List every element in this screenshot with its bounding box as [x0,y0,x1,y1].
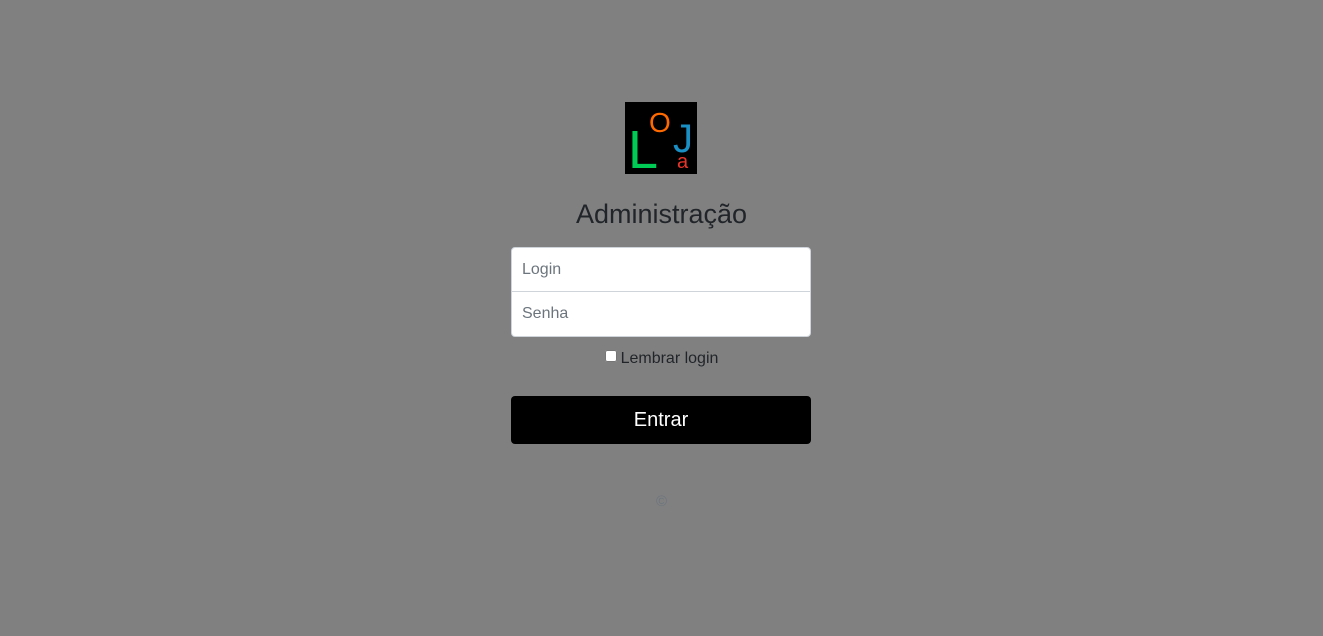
login-input[interactable] [511,247,811,292]
password-input[interactable] [511,292,811,337]
login-form [511,247,811,337]
copyright-text: © [655,493,668,510]
remember-login-row: Lembrar login [0,348,1323,370]
remember-login-label: Lembrar login [620,350,719,367]
logo-letter-a: a [677,151,689,173]
remember-login-checkbox[interactable] [604,350,617,362]
page-title: Administração [575,199,748,229]
logo-letter-o: O [649,107,671,138]
submit-button[interactable]: Entrar [511,396,811,444]
loja-logo: L O J a [625,102,697,174]
login-page: L O J a Administração Lembrar login Entr… [0,0,1323,636]
logo-graphic: L O J a [628,107,693,174]
